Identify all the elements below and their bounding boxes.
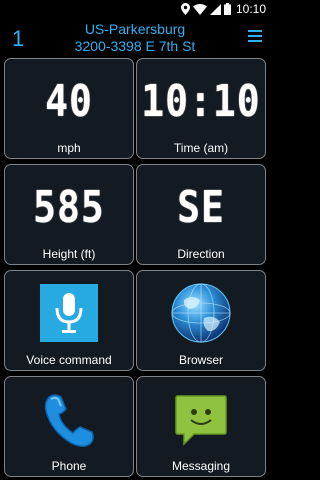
height-value: 585 (33, 181, 105, 233)
phone-handset-icon (44, 394, 94, 447)
messaging-label: Messaging (171, 459, 231, 473)
height-tile[interactable]: 585 Height (ft) (4, 164, 134, 265)
messaging-tile[interactable]: Messaging (136, 376, 266, 477)
time-value: 10:10 (141, 75, 261, 127)
battery-icon (223, 3, 231, 15)
signal-icon (209, 3, 221, 15)
app-header: 1 US-Parkersburg 3200-3398 E 7th St (0, 18, 270, 58)
microphone-icon (40, 284, 98, 342)
location-address: US-Parkersburg 3200-3398 E 7th St (40, 21, 230, 55)
location-street: 3200-3398 E 7th St (74, 38, 196, 54)
voice-command-tile[interactable]: Voice command (4, 270, 134, 371)
direction-label: Direction (177, 247, 225, 261)
status-clock: 10:10 (235, 2, 266, 16)
speed-tile[interactable]: 40 mph (4, 58, 134, 159)
time-label: Time (am) (173, 141, 229, 155)
wifi-icon (192, 3, 207, 15)
browser-tile[interactable]: Browser (136, 270, 266, 371)
direction-tile[interactable]: SE Direction (136, 164, 266, 265)
speed-label: mph (57, 141, 81, 155)
dashboard-grid: 40 mph 10:10 Time (am) 585 Height (ft) S… (0, 58, 270, 480)
browser-label: Browser (178, 353, 223, 367)
globe-icon (171, 283, 231, 343)
speed-value: 40 (45, 75, 93, 127)
location-icon (180, 3, 190, 15)
voice-command-label: Voice command (26, 353, 112, 367)
status-bar: 10:10 (0, 0, 270, 18)
direction-value: SE (177, 181, 225, 233)
hamburger-menu-icon[interactable] (248, 30, 262, 43)
phone-tile[interactable]: Phone (4, 376, 134, 477)
location-city: US-Parkersburg (84, 21, 186, 37)
time-tile[interactable]: 10:10 Time (am) (136, 58, 266, 159)
page-number: 1 (12, 26, 25, 51)
message-bubble-icon (175, 395, 227, 446)
phone-label: Phone (51, 459, 87, 473)
height-label: Height (ft) (42, 247, 96, 261)
